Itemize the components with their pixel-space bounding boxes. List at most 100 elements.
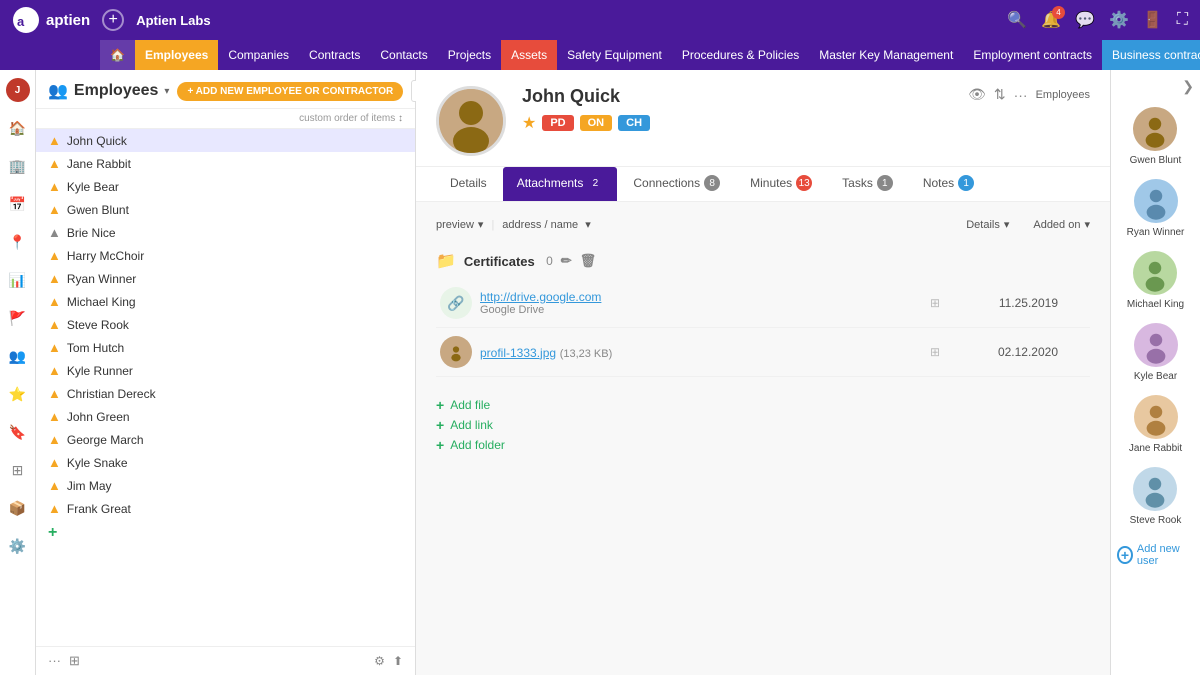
tab-employment[interactable]: Employment contracts [963,40,1102,70]
add-folder-action[interactable]: + Add folder [436,437,1090,453]
sidebar-package-icon[interactable]: 📦 [6,496,30,520]
delete-certificate-icon[interactable]: 🗑 [580,253,597,269]
list-item[interactable]: ▲ Kyle Bear [36,175,415,198]
sort-arrows-icon[interactable]: ↕ [398,113,403,124]
sidebar-grid-icon[interactable]: ⊞ [6,458,30,482]
add-employee-button[interactable]: + ADD NEW EMPLOYEE OR CONTRACTOR [177,82,403,101]
sidebar-people-icon[interactable]: 👥 [6,344,30,368]
list-item[interactable]: ▲ Christian Dereck [36,382,415,405]
grid-view-icon[interactable]: ⊞ [69,653,80,669]
sidebar-home-icon[interactable]: 🏠 [6,116,30,140]
dropdown-arrow-icon[interactable]: ▾ [164,86,169,97]
employee-name: Jane Rabbit [67,157,131,171]
list-item[interactable]: ▲ John Quick [36,129,415,152]
employee-detail-header: John Quick ★ PD ON CH 👁 ⇅ ··· Employees [416,70,1110,167]
user-avatar[interactable]: J [6,78,30,102]
right-user-item[interactable]: Ryan Winner [1127,179,1185,239]
list-item[interactable]: ▲ Kyle Runner [36,359,415,382]
more-icon[interactable]: ··· [1014,87,1028,103]
tab-tasks[interactable]: Tasks 1 [828,167,907,201]
tab-connections[interactable]: Connections 8 [619,167,734,201]
employee-type-icon: ▲ [48,225,61,240]
right-user-item[interactable]: Gwen Blunt [1130,107,1182,167]
settings-small-icon[interactable]: ⚙ [374,654,385,668]
add-circle-icon: + [1117,546,1133,564]
folder-icon: 📁 [436,251,456,271]
list-item-add[interactable]: + [36,520,415,546]
notes-count: 1 [958,175,974,191]
tab-assets[interactable]: Assets [501,40,557,70]
logout-icon[interactable]: 🚪 [1143,10,1163,30]
add-new-user-button[interactable]: + Add new user [1117,543,1194,567]
search-icon[interactable]: 🔍 [1007,10,1027,30]
share-icon[interactable]: ⇅ [994,86,1006,103]
export-icon[interactable]: ⬆ [393,654,403,668]
right-user-item[interactable]: Steve Rook [1130,467,1182,527]
list-item[interactable]: ▲ Jane Rabbit [36,152,415,175]
notification-area[interactable]: 🔔 4 [1041,10,1061,30]
list-item[interactable]: ▲ Tom Hutch [36,336,415,359]
sidebar-settings-icon[interactable]: ⚙️ [6,534,30,558]
tab-employees[interactable]: Employees [135,40,218,70]
add-nav-button[interactable]: + [102,9,124,31]
tab-minutes[interactable]: Minutes 13 [736,167,826,201]
right-user-item[interactable]: Michael King [1127,251,1184,311]
add-file-action[interactable]: + Add file [436,397,1090,413]
list-item[interactable]: ▲ George March [36,428,415,451]
fullscreen-icon[interactable]: ⛶ [1177,11,1188,29]
sidebar-star-icon[interactable]: ⭐ [6,382,30,406]
panel-toggle-icon[interactable]: ❯ [1182,78,1194,95]
add-link-action[interactable]: + Add link [436,417,1090,433]
right-user-item[interactable]: Kyle Bear [1134,323,1178,383]
list-item[interactable]: ▲ Brie Nice [36,221,415,244]
edit-certificate-icon[interactable]: ✏ [561,253,572,269]
list-item[interactable]: ▲ John Green [36,405,415,428]
list-item[interactable]: ▲ Jim May [36,474,415,497]
tab-companies[interactable]: Companies [218,40,299,70]
sidebar-bookmark-icon[interactable]: 🔖 [6,420,30,444]
custom-order-label: custom order of items ↕ [36,109,415,129]
tab-home[interactable]: 🏠 [100,40,135,70]
employee-type-icon: ▲ [48,179,61,194]
attachment-link[interactable]: profil-1333.jpg [480,346,556,360]
sidebar-flag-icon[interactable]: 🚩 [6,306,30,330]
chat-icon[interactable]: 💬 [1075,10,1095,30]
list-item[interactable]: ▲ Gwen Blunt [36,198,415,221]
grid-icon: ⊞ [930,296,960,310]
settings-icon[interactable]: ⚙️ [1109,10,1129,30]
employee-name: Michael King [67,295,136,309]
details-toolbar-item[interactable]: Details ▾ [966,218,1009,231]
tab-projects[interactable]: Projects [438,40,501,70]
view-icon[interactable]: 👁 [968,86,986,103]
tab-master-key[interactable]: Master Key Management [809,40,963,70]
tab-contacts[interactable]: Contacts [370,40,437,70]
tab-contracts[interactable]: Contracts [299,40,370,70]
tab-attachments[interactable]: Attachments 2 [503,167,618,201]
list-item[interactable]: ▲ Kyle Snake [36,451,415,474]
list-item[interactable]: ▲ Ryan Winner [36,267,415,290]
employee-icon: 👥 [48,81,68,101]
list-item[interactable]: ▲ Harry McChoir [36,244,415,267]
tab-safety[interactable]: Safety Equipment [557,40,672,70]
list-item[interactable]: ▲ Frank Great [36,497,415,520]
tab-procedures[interactable]: Procedures & Policies [672,40,809,70]
right-user-item[interactable]: Jane Rabbit [1129,395,1182,455]
list-item[interactable]: ▲ Michael King [36,290,415,313]
tab-details[interactable]: Details [436,168,501,200]
employee-name: George March [67,433,144,447]
attachment-link[interactable]: http://drive.google.com [480,290,922,304]
sidebar-location-icon[interactable]: 📍 [6,230,30,254]
tab-notes[interactable]: Notes 1 [909,167,988,201]
sidebar-building-icon[interactable]: 🏢 [6,154,30,178]
employee-type-icon: ▲ [48,455,61,470]
attachment-item: 🔗 http://drive.google.com Google Drive ⊞… [436,279,1090,328]
list-item[interactable]: ▲ Steve Rook [36,313,415,336]
preview-toolbar-item[interactable]: preview ▾ [436,218,483,231]
sidebar-calendar-icon[interactable]: 📅 [6,192,30,216]
attachment-item: profil-1333.jpg (13,23 KB) ⊞ 02.12.2020 [436,328,1090,377]
tab-business[interactable]: Business contracts [1102,40,1200,70]
star-badge[interactable]: ★ [522,113,536,133]
more-options-icon[interactable]: ··· [48,653,61,669]
added-on-toolbar-item[interactable]: Added on ▾ [1033,218,1090,231]
sidebar-chart-icon[interactable]: 📊 [6,268,30,292]
